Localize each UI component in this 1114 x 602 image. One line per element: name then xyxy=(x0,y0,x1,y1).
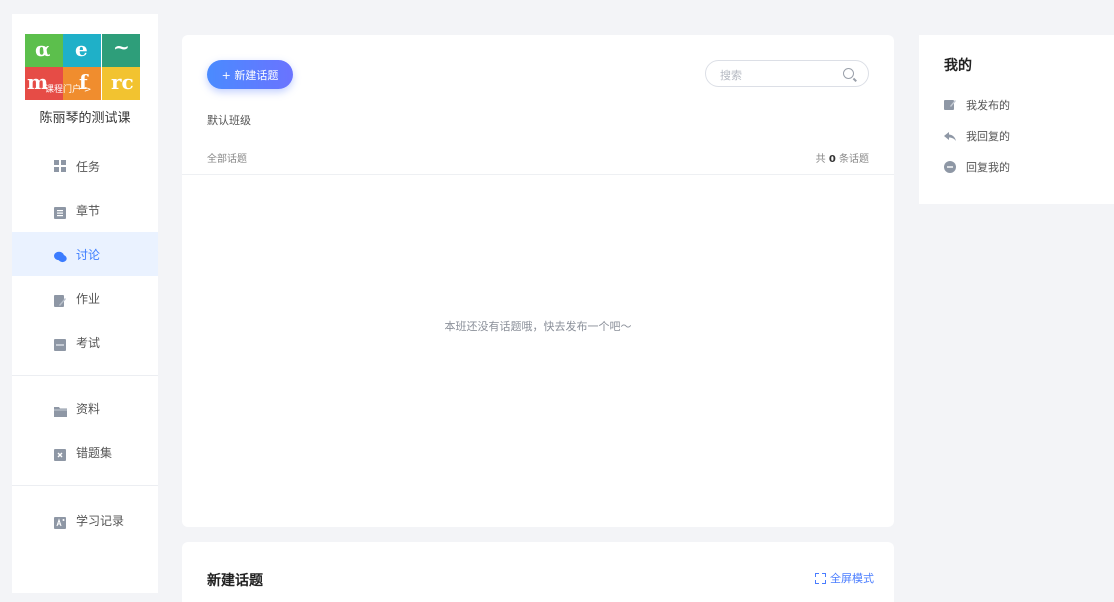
my-panel-title: 我的 xyxy=(944,58,972,74)
topic-count: 共 0 条话题 xyxy=(816,150,869,165)
logo-letter: rc xyxy=(111,70,134,94)
sidebar-item-label: 作业 xyxy=(76,291,101,306)
sidebar-item-label: 资料 xyxy=(76,401,101,416)
new-topic-title: 新建话题 xyxy=(207,573,263,589)
replied-to-me-link[interactable]: 回复我的 xyxy=(944,159,1010,175)
sidebar-divider xyxy=(12,375,158,376)
folder-icon xyxy=(54,402,67,417)
search-input[interactable]: 搜索 xyxy=(705,60,869,87)
sidebar-item-task[interactable]: 任务 xyxy=(12,144,158,188)
sidebar-item-discussion[interactable]: 讨论 xyxy=(12,232,158,276)
logo-letter: e xyxy=(75,37,88,61)
my-replied-label: 我回复的 xyxy=(966,130,1010,143)
comment-icon xyxy=(944,161,956,173)
sidebar-item-learning-record[interactable]: 学习记录 xyxy=(12,498,158,542)
my-published-link[interactable]: 我发布的 xyxy=(944,97,1010,113)
list-icon xyxy=(54,204,66,219)
sidebar-item-wrong-set[interactable]: 错题集 xyxy=(12,430,158,474)
edit-icon xyxy=(54,292,66,307)
my-published-label: 我发布的 xyxy=(966,99,1010,112)
wrong-set-icon xyxy=(54,446,66,461)
grid-icon xyxy=(54,160,66,172)
my-replied-link[interactable]: 我回复的 xyxy=(944,128,1010,144)
sidebar-item-label: 考试 xyxy=(76,335,101,350)
chat-bubbles-icon xyxy=(54,248,67,263)
sidebar-item-label: 章节 xyxy=(76,203,101,218)
search-placeholder: 搜索 xyxy=(720,69,742,82)
search-icon[interactable] xyxy=(843,68,854,79)
logo-letter: ~ xyxy=(113,35,130,59)
all-topics-label: 全部话题 xyxy=(207,154,247,165)
class-name[interactable]: 默认班级 xyxy=(207,112,251,128)
record-icon xyxy=(54,514,66,529)
topic-count-prefix: 共 xyxy=(815,154,829,165)
sidebar-divider xyxy=(12,485,158,486)
my-panel: 我的 我发布的 我回复的 回复我的 xyxy=(919,35,1114,204)
sidebar: α e ~ m f rc 课程门户 > 陈丽琴的测试课 任务 章节 讨论 作业 xyxy=(12,14,158,593)
sidebar-item-homework[interactable]: 作业 xyxy=(12,276,158,320)
sidebar-item-chapter[interactable]: 章节 xyxy=(12,188,158,232)
course-title: 陈丽琴的测试课 xyxy=(39,111,131,126)
fullscreen-label: 全屏模式 xyxy=(830,572,874,585)
exam-icon xyxy=(54,336,66,351)
replied-to-me-label: 回复我的 xyxy=(966,161,1010,174)
empty-state-message: 本班还没有话题哦，快去发布一个吧～ xyxy=(444,320,632,333)
top-bar xyxy=(0,0,1114,10)
sidebar-item-label: 讨论 xyxy=(76,247,101,262)
logo-caption: 课程门户 > xyxy=(45,85,92,95)
fullscreen-button[interactable]: 全屏模式 xyxy=(815,570,874,586)
new-topic-panel: 新建话题 全屏模式 xyxy=(182,542,894,602)
topic-count-suffix: 条话题 xyxy=(835,154,869,165)
sidebar-item-label: 任务 xyxy=(76,159,101,174)
list-divider xyxy=(182,174,894,175)
logo-letter: α xyxy=(35,37,51,61)
published-icon xyxy=(944,99,956,111)
topic-count-value: 0 xyxy=(828,154,836,165)
sidebar-item-exam[interactable]: 考试 xyxy=(12,320,158,364)
topic-list-panel: + 新建话题 搜索 默认班级 全部话题 共 0 条话题 本班还没有话题哦，快去发… xyxy=(182,35,894,527)
course-logo[interactable]: α e ~ m f rc 课程门户 > xyxy=(25,34,140,100)
new-topic-button[interactable]: + 新建话题 xyxy=(207,60,293,89)
reply-icon xyxy=(944,130,956,142)
fullscreen-icon xyxy=(815,572,826,584)
sidebar-item-label: 错题集 xyxy=(76,445,113,460)
sidebar-item-material[interactable]: 资料 xyxy=(12,386,158,430)
sidebar-item-label: 学习记录 xyxy=(76,513,125,528)
